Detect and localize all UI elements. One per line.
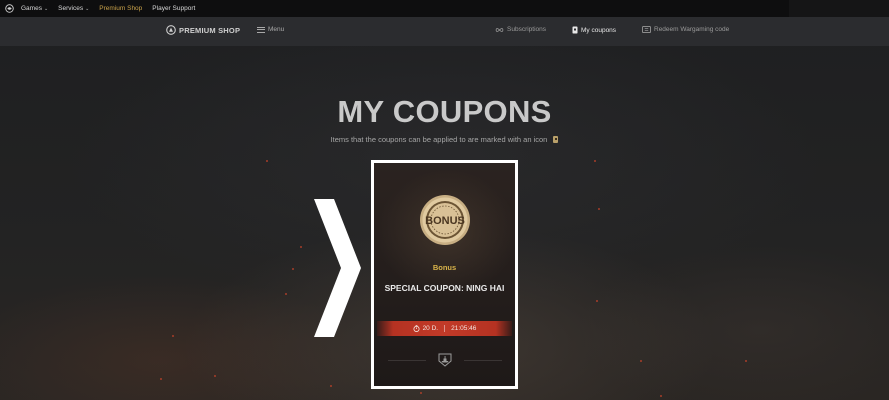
topbar-player-support-label: Player Support: [152, 5, 196, 12]
menu-button[interactable]: Menu: [257, 26, 284, 33]
badge-text: BONUS: [425, 215, 465, 227]
nav-redeem-code-label: Redeem Wargaming code: [654, 26, 730, 33]
topbar-games[interactable]: Games ⌄: [21, 5, 48, 12]
nav-subscriptions-label: Subscriptions: [507, 26, 547, 33]
hamburger-icon: [257, 26, 265, 33]
warship-emblem-icon: [438, 353, 451, 367]
nav-subscriptions[interactable]: Subscriptions: [495, 26, 546, 33]
footer-divider-right: [463, 359, 502, 361]
chevron-down-icon: ⌄: [85, 5, 90, 12]
nav-my-coupons[interactable]: My coupons: [572, 26, 616, 34]
page-subtitle: Items that the coupons can be applied to…: [0, 135, 889, 144]
topbar-services[interactable]: Services ⌄: [58, 5, 89, 12]
coupon-name: SPECIAL COUPON: NING HAI: [384, 283, 505, 293]
coupon-icon: [572, 26, 578, 34]
premium-shop-brand[interactable]: PREMIUM SHOP: [166, 25, 240, 35]
topbar-premium-shop-label: Premium Shop: [99, 5, 143, 12]
bonus-badge-icon: BONUS: [420, 195, 470, 245]
coupon-timer: 20 D. 21:05:46: [377, 321, 512, 336]
infinity-icon: [495, 27, 504, 32]
stopwatch-icon: [413, 325, 420, 332]
premium-shop-logo-icon: [166, 25, 176, 35]
page-title: MY COUPONS: [337, 94, 552, 129]
account-area[interactable]: [789, 0, 889, 17]
topbar-services-label: Services: [58, 5, 84, 12]
timer-time: 21:05:46: [451, 325, 477, 332]
chevron-down-icon: ⌄: [43, 5, 49, 12]
menu-label: Menu: [268, 26, 285, 33]
coupon-card[interactable]: BONUS Bonus SPECIAL COUPON: NING HAI 20 …: [371, 160, 518, 389]
coupon-footer: [374, 353, 515, 367]
chevron-right-icon[interactable]: [312, 197, 362, 339]
shop-navbar: PREMIUM SHOP Menu Subscriptions My coupo…: [0, 17, 889, 46]
topbar-premium-shop[interactable]: Premium Shop: [99, 5, 142, 12]
topbar-player-support[interactable]: Player Support: [152, 5, 195, 12]
coupon-type: Bonus: [432, 263, 457, 272]
page-subtitle-text: Items that the coupons can be applied to…: [330, 135, 548, 144]
brand-label: PREMIUM SHOP: [179, 25, 241, 35]
nav-redeem-code[interactable]: Redeem Wargaming code: [642, 26, 729, 33]
top-bar: Games ⌄ Services ⌄ Premium Shop Player S…: [0, 0, 889, 17]
coupon-mark-icon: [553, 136, 559, 143]
ticket-icon: [642, 26, 651, 33]
footer-divider-left: [387, 359, 426, 361]
nav-my-coupons-label: My coupons: [581, 26, 617, 34]
timer-divider: [444, 325, 446, 332]
topbar-games-label: Games: [21, 5, 42, 12]
wargaming-logo-icon[interactable]: [5, 4, 14, 13]
timer-days: 20 D.: [422, 325, 439, 332]
